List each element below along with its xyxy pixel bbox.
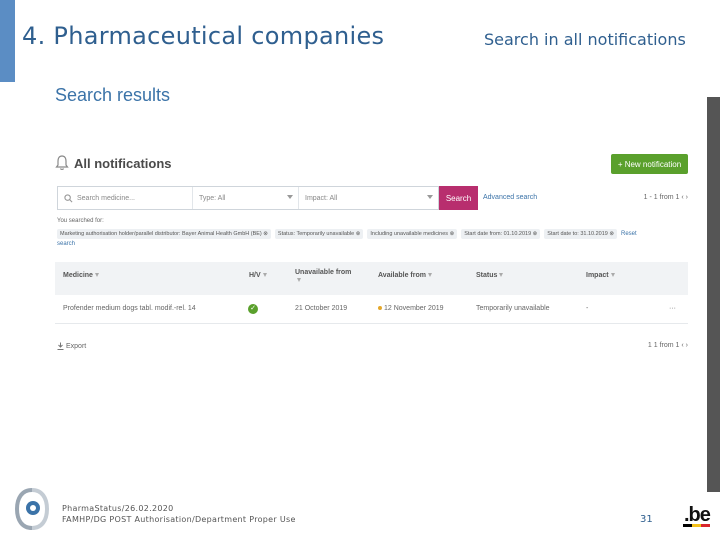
medicine-search-placeholder: Search medicine... — [77, 194, 135, 202]
notifications-table: Medicine H/V Unavailable from Available … — [55, 262, 688, 324]
footer-text: PharmaStatus/26.02.2020 FAMHP/DG POST Au… — [62, 503, 296, 525]
export-button[interactable]: Export — [57, 342, 86, 350]
notifications-screenshot: All notifications + New notification Sea… — [55, 150, 688, 360]
slide-title: 4. Pharmaceutical companies — [22, 22, 385, 50]
footer-line-1: PharmaStatus/26.02.2020 — [62, 504, 174, 513]
column-header-unavailable-from[interactable]: Unavailable from — [295, 269, 353, 285]
table-row[interactable]: Profender medium dogs tabl. modif.-rel. … — [55, 295, 688, 324]
pager-top[interactable]: 1 - 1 from 1 ‹ › — [644, 194, 688, 201]
column-header-available-from[interactable]: Available from — [378, 272, 432, 280]
chevron-down-icon — [287, 195, 293, 199]
sort-icon — [297, 278, 301, 283]
chevron-down-icon — [427, 195, 433, 199]
pager-bottom[interactable]: 1 1 from 1 ‹ › — [648, 342, 688, 349]
filter-chip[interactable]: Start date from: 01.10.2019 ⊗ — [461, 229, 541, 239]
filter-chip[interactable]: Status: Temporarily unavailable ⊗ — [274, 229, 364, 239]
notifications-title: All notifications — [74, 155, 172, 171]
impact-select-value: Impact: All — [305, 194, 338, 202]
advanced-search-link[interactable]: Advanced search — [483, 194, 537, 201]
table-header: Medicine H/V Unavailable from Available … — [55, 262, 688, 295]
sort-icon — [610, 273, 615, 278]
bell-icon — [55, 155, 69, 170]
searched-for-label: You searched for: — [57, 218, 104, 224]
cell-status: Temporarily unavailable — [476, 305, 550, 312]
type-select-value: Type: All — [199, 194, 226, 202]
sort-icon — [262, 273, 267, 278]
slide-edge-bar — [707, 97, 720, 492]
sort-icon — [94, 273, 99, 278]
status-dot-icon — [378, 306, 382, 311]
column-header-hv[interactable]: H/V — [249, 272, 267, 280]
search-row: Search medicine... Type: All Impact: All… — [55, 186, 688, 210]
search-button[interactable]: Search — [439, 186, 478, 210]
row-more-icon[interactable]: ··· — [669, 305, 676, 312]
slide-subtitle: Search in all notifications — [484, 30, 686, 49]
footer-line-2: FAMHP/DG POST Authorisation/Department P… — [62, 515, 296, 524]
famhp-logo-icon — [14, 488, 50, 530]
sort-icon — [427, 273, 432, 278]
impact-select[interactable]: Impact: All — [299, 187, 438, 209]
medicine-search-input[interactable]: Search medicine... — [58, 187, 193, 209]
cell-medicine[interactable]: Profender medium dogs tabl. modif.-rel. … — [63, 305, 196, 312]
filter-chip[interactable]: Marketing authorisation holder/parallel … — [57, 229, 271, 239]
sort-icon — [499, 273, 504, 278]
cell-unavailable-from: 21 October 2019 — [295, 305, 348, 312]
filter-chip[interactable]: Including unavailable medicines ⊗ — [367, 229, 458, 239]
title-accent-bar — [0, 0, 15, 82]
type-select[interactable]: Type: All — [193, 187, 299, 209]
cell-impact: - — [586, 305, 589, 312]
column-header-medicine[interactable]: Medicine — [63, 272, 99, 280]
filter-chip[interactable]: Start date to: 31.10.2019 ⊗ — [544, 229, 617, 239]
filter-chips: Marketing authorisation holder/parallel … — [57, 229, 688, 239]
search-box: Search medicine... Type: All Impact: All — [57, 186, 439, 210]
download-icon — [57, 342, 64, 350]
column-header-impact[interactable]: Impact — [586, 272, 615, 280]
new-notification-button[interactable]: + New notification — [611, 154, 688, 174]
reset-search-link-continued[interactable]: search — [57, 241, 75, 247]
belgian-flag-stripe — [683, 524, 710, 527]
reset-search-link[interactable]: Reset — [621, 229, 637, 239]
notifications-header: All notifications — [55, 155, 172, 171]
check-icon: ✓ — [248, 304, 258, 314]
cell-available-from: 12 November 2019 — [378, 305, 444, 312]
section-heading: Search results — [55, 85, 171, 105]
search-icon — [64, 193, 73, 202]
export-label: Export — [66, 342, 87, 350]
column-header-status[interactable]: Status — [476, 272, 504, 280]
page-number: 31 — [640, 514, 653, 525]
